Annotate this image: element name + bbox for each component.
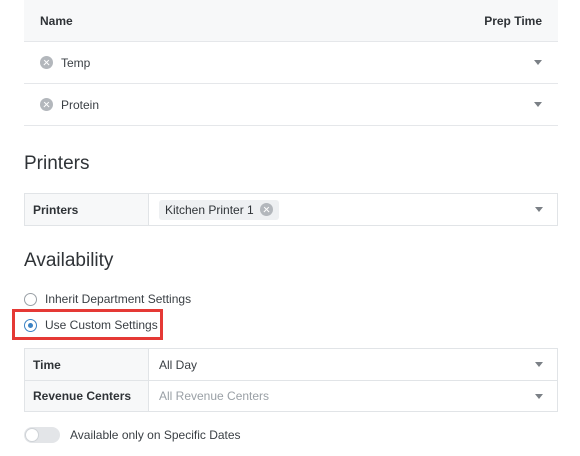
modifier-name: Temp <box>61 55 91 70</box>
printers-select[interactable]: Kitchen Printer 1 <box>149 194 557 225</box>
modifier-table: Name Prep Time Temp Protein <box>24 0 558 126</box>
chevron-down-icon[interactable] <box>535 393 543 399</box>
chevron-down-icon[interactable] <box>534 102 542 107</box>
printer-chip-label: Kitchen Printer 1 <box>165 202 254 217</box>
table-row: Temp <box>24 42 558 84</box>
printers-section-title: Printers <box>24 153 90 174</box>
time-value: All Day <box>159 357 198 372</box>
specific-dates-toggle[interactable] <box>24 427 60 443</box>
revenue-centers-field-label: Revenue Centers <box>25 381 149 411</box>
prep-time-column-header: Prep Time <box>484 13 542 28</box>
time-field-label: Time <box>25 349 149 380</box>
revenue-centers-placeholder: All Revenue Centers <box>159 389 270 403</box>
remove-printer-icon[interactable] <box>259 203 273 216</box>
printers-field-label: Printers <box>25 194 149 225</box>
modifier-name: Protein <box>61 97 100 112</box>
radio-label: Inherit Department Settings <box>45 292 192 306</box>
remove-circle-icon[interactable] <box>40 56 53 69</box>
toggle-knob <box>25 428 39 442</box>
highlight-annotation-box <box>12 309 163 340</box>
printers-field: Printers Kitchen Printer 1 <box>24 193 558 226</box>
availability-section-title: Availability <box>24 250 114 271</box>
availability-fields: Time All Day Revenue Centers All Revenue… <box>24 348 558 412</box>
specific-dates-toggle-row: Available only on Specific Dates <box>24 427 241 443</box>
chevron-down-icon[interactable] <box>534 60 542 65</box>
chevron-down-icon[interactable] <box>535 362 543 367</box>
time-select[interactable]: All Day <box>149 349 557 380</box>
table-row: Protein <box>24 84 558 126</box>
radio-button[interactable] <box>24 292 37 306</box>
toggle-label: Available only on Specific Dates <box>70 428 241 442</box>
inherit-department-radio-option[interactable]: Inherit Department Settings <box>24 292 191 306</box>
printer-chip: Kitchen Printer 1 <box>159 199 279 220</box>
name-column-header: Name <box>40 13 73 28</box>
modifier-table-header: Name Prep Time <box>24 0 558 42</box>
remove-circle-icon[interactable] <box>40 98 53 111</box>
chevron-down-icon[interactable] <box>535 207 543 212</box>
revenue-centers-select[interactable]: All Revenue Centers <box>149 381 557 411</box>
